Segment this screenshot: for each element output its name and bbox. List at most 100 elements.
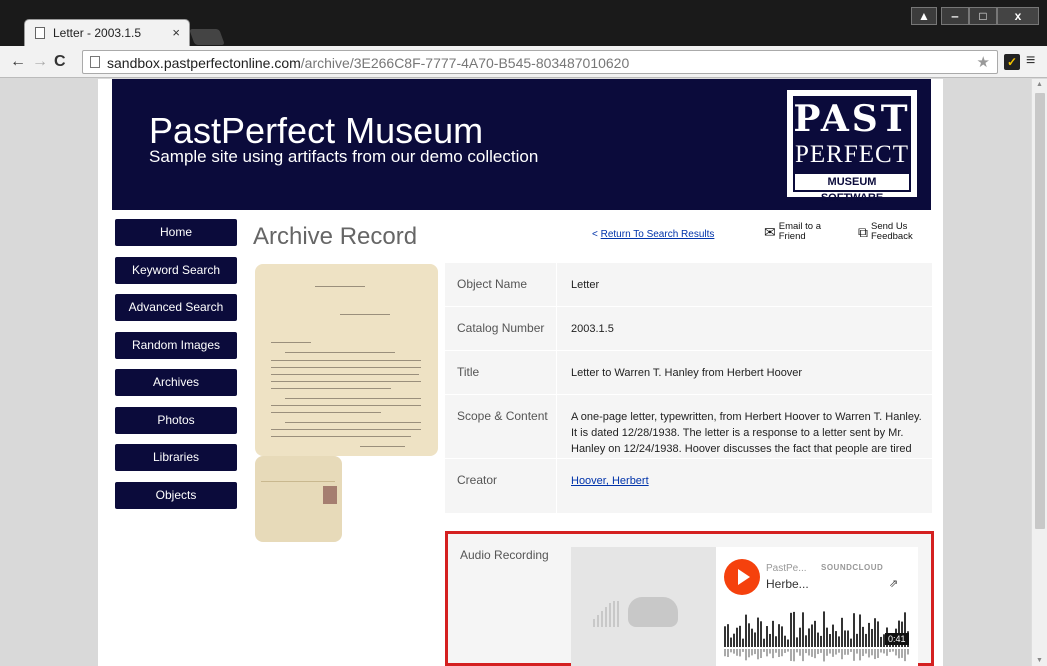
waveform-bar — [862, 626, 864, 647]
field-label: Title — [457, 365, 480, 379]
waveform-reflection-bar — [856, 649, 858, 654]
waveform-reflection-bar — [763, 649, 765, 652]
waveform-bar — [763, 638, 765, 647]
new-tab-button[interactable] — [189, 29, 225, 45]
forward-arrow-icon[interactable]: → — [32, 53, 48, 71]
waveform-bar — [838, 636, 840, 647]
waveform-reflection-bar — [766, 649, 768, 657]
waveform-reflection-bar — [820, 649, 822, 653]
waveform-bar — [820, 635, 822, 647]
track-user[interactable]: PastPe... — [766, 563, 807, 574]
address-bar[interactable]: sandbox.pastperfectonline.com/archive/3E… — [82, 50, 998, 74]
send-feedback-button[interactable]: ⧉ Send Us Feedback — [858, 222, 919, 242]
scroll-down-arrow-icon[interactable]: ▼ — [1036, 657, 1043, 664]
sidebar-item-advanced-search[interactable]: Advanced Search — [115, 294, 237, 321]
waveform-bar — [772, 620, 774, 647]
waveform-bar — [733, 633, 735, 647]
waveform-reflection-bar — [760, 649, 762, 659]
scroll-thumb[interactable] — [1035, 93, 1045, 529]
waveform-reflection-bar — [739, 649, 741, 657]
waveform-reflection-bar — [790, 649, 792, 661]
waveform-bar — [751, 628, 753, 647]
waveform-reflection-bar — [742, 649, 744, 652]
waveform-bar — [847, 630, 849, 647]
minimize-button[interactable]: ‒ — [941, 7, 969, 25]
close-window-button[interactable]: x — [997, 7, 1039, 25]
track-title[interactable]: Herbe... — [766, 577, 809, 591]
url-text[interactable]: sandbox.pastperfectonline.com/archive/3E… — [107, 55, 629, 71]
waveform-bar — [844, 630, 846, 647]
sidebar-item-archives[interactable]: Archives — [115, 369, 237, 396]
field-value: Hoover, Herbert — [556, 459, 932, 513]
envelope-flap — [261, 464, 335, 482]
sidebar-item-photos[interactable]: Photos — [115, 406, 237, 434]
waveform-bar — [727, 624, 729, 647]
soundcloud-brand[interactable]: SOUNDCLOUD — [821, 563, 883, 572]
waveform-bar — [814, 620, 816, 647]
scroll-up-arrow-icon[interactable]: ▲ — [1036, 81, 1043, 88]
waveform-reflection-bar — [850, 649, 852, 652]
waveform-bar — [778, 624, 780, 647]
envelope-image-thumbnail[interactable] — [255, 456, 342, 542]
maximize-button[interactable]: □ — [969, 7, 997, 25]
back-arrow-icon[interactable]: ← — [10, 53, 26, 71]
sidebar-item-home[interactable]: Home — [115, 219, 237, 246]
waveform-reflection-bar — [730, 649, 732, 653]
waveform-bar — [748, 623, 750, 647]
browser-titlebar: Letter - 2003.1.5 × ▲ ‒ □ x — [0, 0, 1047, 46]
waveform-bar — [841, 617, 843, 647]
bookmark-star-icon[interactable]: ★ — [977, 53, 990, 71]
waveform-reflection-bar — [772, 649, 774, 659]
waveform-reflection-bar — [808, 649, 810, 656]
soundcloud-logo-bars — [593, 601, 627, 627]
sidebar-item-libraries[interactable]: Libraries — [115, 444, 237, 471]
return-link[interactable]: Return To Search Results — [601, 229, 715, 240]
creator-link[interactable]: Hoover, Herbert — [571, 475, 649, 487]
extension-icon[interactable]: ✓ — [1004, 54, 1020, 70]
sidebar-item-objects[interactable]: Objects — [115, 481, 237, 509]
waveform-reflection-bar — [892, 649, 894, 652]
waveform-reflection-bar — [751, 649, 753, 656]
waveform-reflection-bar — [754, 649, 756, 655]
record-row-title: Title Letter to Warren T. Hanley from He… — [445, 351, 932, 395]
site-subtitle: Sample site using artifacts from our dem… — [149, 147, 539, 166]
logo-line-perfect: PERFECT — [795, 141, 909, 168]
vertical-scrollbar[interactable]: ▲ ▼ — [1031, 79, 1047, 666]
tab-close-icon[interactable]: × — [172, 25, 180, 40]
field-value: A one-page letter, typewritten, from Her… — [556, 395, 932, 471]
soundcloud-player[interactable]: PastPe... SOUNDCLOUD Herbe... ⇗ 0:41 — [571, 547, 918, 666]
waveform-bar — [877, 621, 879, 647]
window-controls: ▲ ‒ □ x — [911, 7, 1039, 25]
record-row-creator: Creator Hoover, Herbert — [445, 459, 932, 514]
waveform-reflection-bar — [841, 649, 843, 660]
site-title: PastPerfect Museum — [149, 110, 484, 151]
waveform[interactable] — [724, 609, 910, 664]
waveform-reflection-bar — [853, 649, 855, 661]
pastperfect-logo: PAST PERFECT MUSEUM SOFTWARE — [787, 90, 917, 204]
waveform-bar — [826, 627, 828, 647]
field-value: Letter to Warren T. Hanley from Herbert … — [556, 351, 932, 394]
letter-image-thumbnail[interactable] — [255, 264, 438, 456]
waveform-bar — [766, 626, 768, 647]
waveform-reflection-bar — [844, 649, 846, 655]
waveform-reflection-bar — [781, 649, 783, 657]
browser-tab[interactable]: Letter - 2003.1.5 × — [24, 19, 190, 46]
sidebar-item-random-images[interactable]: Random Images — [115, 331, 237, 359]
waveform-reflection-bar — [859, 649, 861, 661]
menu-icon[interactable]: ≡ — [1026, 52, 1035, 70]
email-friend-label: Email to a Friend — [778, 221, 821, 242]
waveform-bar — [784, 635, 786, 647]
user-icon[interactable]: ▲ — [911, 7, 937, 25]
soundcloud-cloud-icon — [628, 597, 678, 627]
play-button[interactable] — [724, 559, 760, 595]
return-to-results: < Return To Search Results — [592, 229, 714, 240]
email-friend-button[interactable]: ✉ Email to a Friend — [764, 222, 827, 242]
reload-icon[interactable]: C — [54, 53, 66, 71]
waveform-reflection-bar — [784, 649, 786, 653]
waveform-bar — [745, 614, 747, 647]
sidebar-item-keyword-search[interactable]: Keyword Search — [115, 256, 237, 284]
waveform-bar — [724, 626, 726, 647]
envelope-icon: ✉ — [764, 223, 776, 240]
waveform-reflection-bar — [811, 649, 813, 657]
share-icon[interactable]: ⇗ — [889, 577, 898, 590]
